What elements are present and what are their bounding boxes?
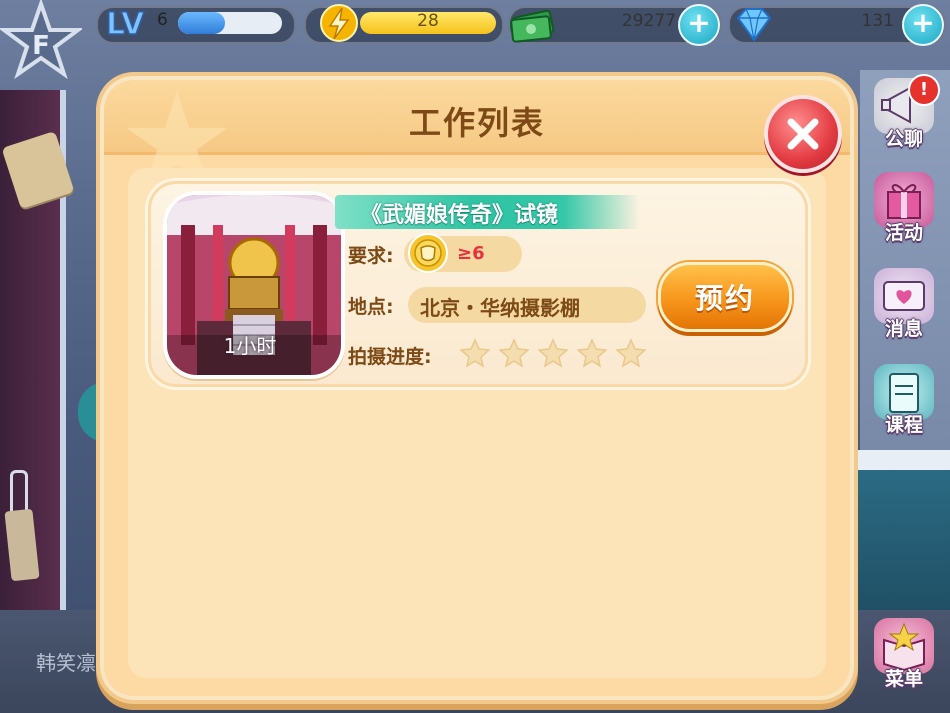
side-menu-label: 公聊 bbox=[884, 128, 923, 150]
progress-star-icon bbox=[538, 338, 568, 368]
alert-badge: ! bbox=[908, 74, 940, 106]
progress-label: 拍摄进度: bbox=[348, 346, 432, 368]
door-tag bbox=[4, 508, 40, 582]
close-button[interactable] bbox=[764, 95, 842, 173]
book-button[interactable]: 预约 bbox=[658, 262, 792, 332]
side-menu-messages[interactable]: 消息 bbox=[864, 268, 944, 344]
job-list-dialog: 工作列表 bbox=[104, 80, 850, 696]
side-menu-public-chat[interactable]: ! 公聊 bbox=[864, 74, 944, 154]
dialog-header: 工作列表 bbox=[104, 80, 850, 188]
add-gems-button[interactable]: + bbox=[902, 4, 944, 46]
book-button-label: 预约 bbox=[694, 282, 755, 315]
progress-star-icon bbox=[499, 338, 529, 368]
side-menu-label: 活动 bbox=[884, 222, 923, 244]
job-title: 《武媚娘传奇》试镜 bbox=[360, 203, 559, 228]
level-progress-fill bbox=[178, 12, 225, 34]
add-money-button[interactable]: + bbox=[678, 4, 720, 46]
side-menu-courses[interactable]: 课程 bbox=[864, 364, 944, 440]
job-duration: 1小时 bbox=[223, 334, 277, 358]
location-value: 北京・华纳摄影棚 bbox=[420, 296, 580, 320]
progress-star-icon bbox=[577, 338, 607, 368]
svg-text:LV: LV bbox=[106, 7, 145, 41]
progress-star-icon bbox=[616, 338, 646, 368]
side-menu-label: 课程 bbox=[884, 414, 923, 436]
dialog-title: 工作列表 bbox=[408, 104, 545, 142]
side-menu-label: 消息 bbox=[884, 318, 923, 340]
lightning-icon bbox=[318, 2, 360, 44]
svg-text:F: F bbox=[32, 31, 50, 61]
close-icon bbox=[787, 118, 819, 150]
progress-star-icon bbox=[460, 338, 490, 368]
game-logo-icon[interactable]: F bbox=[0, 0, 85, 82]
level-value: 6 bbox=[157, 10, 168, 30]
requirement-value: ≥6 bbox=[457, 243, 485, 264]
main-menu-button[interactable]: 菜单 bbox=[864, 618, 944, 694]
gem-value: 131 bbox=[861, 11, 894, 31]
location-label: 地点: bbox=[348, 296, 394, 318]
cash-icon bbox=[508, 4, 558, 44]
money-value: 29277 bbox=[621, 11, 676, 31]
requirement-label: 要求: bbox=[348, 245, 394, 267]
side-menu-events[interactable]: 活动 bbox=[864, 172, 944, 248]
side-menu-label: 菜单 bbox=[884, 668, 923, 690]
level-icon: LV bbox=[104, 3, 148, 43]
player-name: 韩笑凛 bbox=[36, 651, 96, 675]
room-counter bbox=[840, 470, 950, 620]
energy-value: 28 bbox=[417, 11, 439, 31]
level-progress-track bbox=[178, 12, 282, 34]
acting-medal-icon bbox=[407, 232, 449, 274]
diamond-icon bbox=[730, 4, 778, 44]
